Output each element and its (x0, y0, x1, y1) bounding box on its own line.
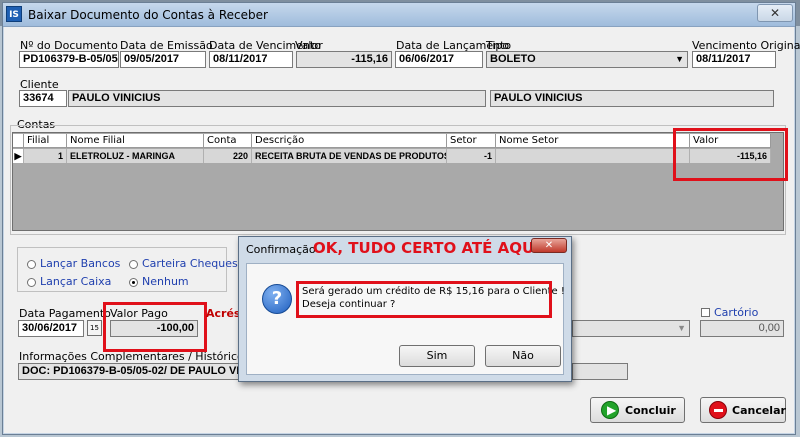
lancamento-field[interactable]: 06/06/2017 (395, 51, 483, 68)
sim-button[interactable]: Sim (399, 345, 475, 367)
check-icon: ▶ (601, 401, 619, 419)
concluir-label: Concluir (625, 404, 676, 417)
radio-nenhum[interactable] (129, 278, 138, 287)
cell-nome-filial[interactable]: ELETROLUZ - MARINGA (67, 149, 204, 163)
cliente-name-field: PAULO VINICIUS (68, 90, 486, 107)
cell-descricao[interactable]: RECEITA BRUTA DE VENDAS DE PRODUTOS (252, 149, 447, 163)
venc-original-field[interactable]: 08/11/2017 (692, 51, 776, 68)
tipo-select-value: BOLETO (490, 53, 536, 65)
info-field-tail (572, 363, 628, 380)
calendar-icon[interactable]: 15 (87, 320, 102, 336)
cell-setor[interactable]: -1 (447, 149, 496, 163)
stop-icon (709, 401, 727, 419)
annotation-box-message (296, 281, 552, 318)
cliente-name2-field: PAULO VINICIUS (490, 90, 774, 107)
cartorio-checkbox[interactable] (701, 308, 710, 317)
info-field[interactable]: DOC: PD106379-B-05/05-02/ DE PAULO VI (18, 363, 258, 380)
column-header-descricao[interactable]: Descrição (252, 134, 447, 148)
data-pagamento-field[interactable]: 30/06/2017 (18, 320, 84, 337)
annotation-box-valor (673, 128, 788, 181)
column-header-nome-filial[interactable]: Nome Filial (67, 134, 204, 148)
info-label: Informações Complementares / Histórico (19, 350, 244, 363)
chevron-down-icon: ▼ (677, 323, 686, 333)
radio-carteira-cheques[interactable] (129, 260, 138, 269)
cancelar-button[interactable]: Cancelar (700, 397, 786, 423)
radio-lancar-caixa[interactable] (27, 278, 36, 287)
window-close-button[interactable]: ✕ (757, 4, 793, 22)
cell-filial[interactable]: 1 (24, 149, 67, 163)
concluir-button[interactable]: ▶ Concluir (590, 397, 685, 423)
cancelar-label: Cancelar (732, 404, 786, 417)
radio-label-lancar-bancos[interactable]: Lançar Bancos (40, 257, 120, 270)
cell-nome-setor[interactable] (496, 149, 690, 163)
window-title: Baixar Documento do Contas à Receber (28, 8, 268, 22)
tipo-select[interactable]: BOLETO ▼ (486, 51, 688, 68)
grid-corner-header (13, 134, 24, 148)
question-icon: ? (262, 284, 292, 314)
radio-label-nenhum[interactable]: Nenhum (142, 275, 189, 288)
emissao-field[interactable]: 09/05/2017 (120, 51, 206, 68)
annotation-box-valor-pago (103, 302, 207, 352)
column-header-filial[interactable]: Filial (24, 134, 67, 148)
radio-label-carteira-cheques[interactable]: Carteira Cheques (142, 257, 238, 270)
cartorio-label[interactable]: Cartório (714, 306, 758, 319)
column-header-nome-setor[interactable]: Nome Setor (496, 134, 690, 148)
app-logo-icon: IS (6, 6, 22, 22)
column-header-conta[interactable]: Conta (204, 134, 252, 148)
documento-field[interactable]: PD106379-B-05/05 (19, 51, 119, 68)
row-indicator-icon: ▶ (13, 149, 24, 163)
radio-lancar-bancos[interactable] (27, 260, 36, 269)
data-pagamento-label: Data Pagamento (19, 307, 111, 320)
annotation-text: OK, TUDO CERTO ATÉ AQUI (313, 239, 540, 257)
nao-button[interactable]: Não (485, 345, 561, 367)
dialog-close-button[interactable]: ✕ (531, 238, 567, 253)
background-select[interactable]: ▼ (572, 320, 690, 337)
cartorio-field[interactable]: 0,00 (700, 320, 784, 337)
radio-label-lancar-caixa[interactable]: Lançar Caixa (40, 275, 111, 288)
chevron-down-icon: ▼ (675, 54, 684, 64)
cliente-code-field[interactable]: 33674 (19, 90, 67, 107)
valor-field: -115,16 (296, 51, 392, 68)
vencimento-field[interactable]: 08/11/2017 (209, 51, 293, 68)
column-header-setor[interactable]: Setor (447, 134, 496, 148)
cell-conta[interactable]: 220 (204, 149, 252, 163)
dialog-title: Confirmação (246, 243, 316, 256)
